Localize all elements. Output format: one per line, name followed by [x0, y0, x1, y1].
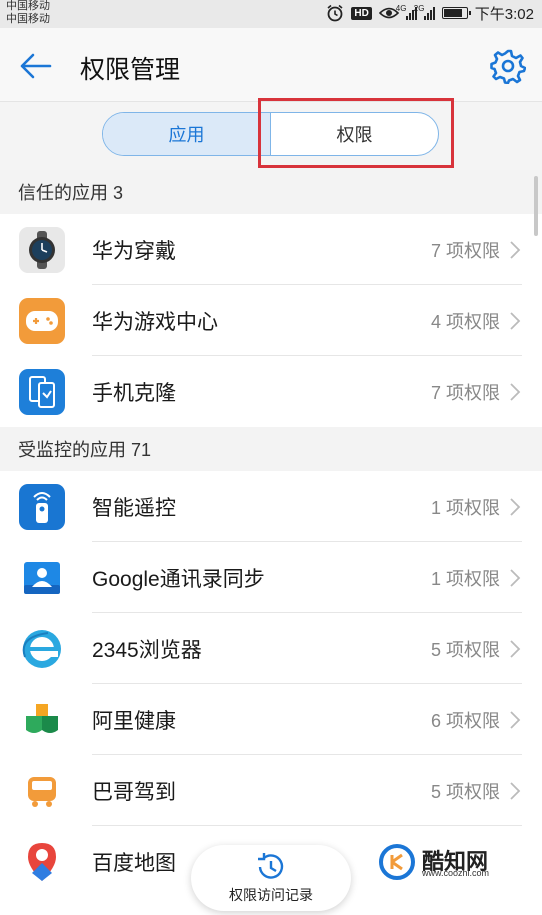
list-item[interactable]: 巴哥驾到 5 项权限 — [0, 755, 542, 826]
contacts-sync-app-icon — [19, 554, 65, 601]
permission-count: 7 项权限 — [430, 240, 500, 261]
carrier-label-1: 中国移动 — [6, 0, 50, 12]
title-bar: 权限管理 — [0, 28, 542, 102]
permission-count: 5 项权限 — [430, 781, 500, 802]
list-item[interactable]: 华为游戏中心 4 项权限 — [0, 285, 542, 356]
tab-apps[interactable]: 应用 — [103, 113, 271, 155]
app-name: 华为穿戴 — [92, 239, 176, 263]
watermark: 酷知网 www.coozhi.com — [378, 840, 538, 884]
phone-clone-app-icon — [19, 368, 65, 415]
app-list: 信任的应用 3 华为穿戴 7 项权限 华为游戏中心 4 项权限 手机克隆 7 项… — [0, 170, 542, 915]
app-name: 华为游戏中心 — [92, 310, 218, 334]
status-bar: 中国移动 中国移动 HD 4G 2G 下午3:02 — [0, 0, 542, 28]
section-header-trusted: 信任的应用 3 — [0, 170, 542, 214]
watermark-url: www.coozhi.com — [422, 868, 490, 878]
chevron-right-icon — [510, 639, 521, 658]
permission-access-log-button[interactable]: 权限访问记录 — [191, 845, 351, 911]
app-name: 巴哥驾到 — [92, 780, 176, 804]
baidu-map-app-icon — [19, 838, 65, 885]
ali-health-app-icon — [19, 696, 65, 743]
list-item[interactable]: 2345浏览器 5 项权限 — [0, 613, 542, 684]
game-center-app-icon — [19, 297, 65, 344]
carrier-label-2: 中国移动 — [6, 13, 50, 25]
section-header-monitored: 受监控的应用 71 — [0, 427, 542, 471]
permission-count: 7 项权限 — [430, 382, 500, 403]
chevron-right-icon — [510, 568, 521, 587]
permission-count: 1 项权限 — [430, 497, 500, 518]
scrollbar[interactable] — [534, 176, 538, 236]
signal-icon-2: 2G — [414, 4, 435, 20]
huawei-wear-app-icon — [19, 226, 65, 273]
chevron-right-icon — [510, 382, 521, 401]
permission-count: 6 项权限 — [430, 710, 500, 731]
annotation-highlight-box — [258, 98, 454, 168]
list-item[interactable]: Google通讯录同步 1 项权限 — [0, 542, 542, 613]
status-icons: HD 4G 2G 下午3:02 — [326, 2, 534, 24]
browser-app-icon — [19, 625, 65, 672]
chevron-right-icon — [510, 240, 521, 259]
app-name: 智能遥控 — [92, 496, 176, 520]
list-item[interactable]: 智能遥控 1 项权限 — [0, 471, 542, 542]
app-name: Google通讯录同步 — [92, 567, 265, 591]
clock: 下午3:02 — [474, 5, 534, 23]
chevron-right-icon — [510, 781, 521, 800]
coozhi-logo-icon — [379, 844, 415, 880]
page-title: 权限管理 — [80, 56, 181, 84]
access-log-label: 权限访问记录 — [229, 887, 313, 903]
permission-count: 5 项权限 — [430, 639, 500, 660]
chevron-right-icon — [510, 497, 521, 516]
permission-count: 4 项权限 — [430, 311, 500, 332]
battery-icon — [441, 7, 471, 19]
smart-remote-app-icon — [19, 483, 65, 530]
back-arrow-icon[interactable] — [16, 46, 56, 86]
bus-app-icon — [19, 767, 65, 814]
network-type-1: 4G — [395, 4, 407, 13]
list-item[interactable]: 阿里健康 6 项权限 — [0, 684, 542, 755]
hd-badge: HD — [351, 6, 372, 20]
chevron-right-icon — [510, 311, 521, 330]
permission-count: 1 项权限 — [430, 568, 500, 589]
gear-icon[interactable] — [490, 48, 527, 85]
app-name: 2345浏览器 — [92, 638, 202, 662]
history-clock-icon — [258, 853, 284, 879]
chevron-right-icon — [510, 710, 521, 729]
list-item[interactable]: 手机克隆 7 项权限 — [0, 356, 542, 427]
app-name: 阿里健康 — [92, 709, 176, 733]
network-type-2: 2G — [413, 4, 425, 13]
app-name: 手机克隆 — [92, 381, 176, 405]
list-item[interactable]: 华为穿戴 7 项权限 — [0, 214, 542, 285]
alarm-icon — [326, 4, 344, 22]
